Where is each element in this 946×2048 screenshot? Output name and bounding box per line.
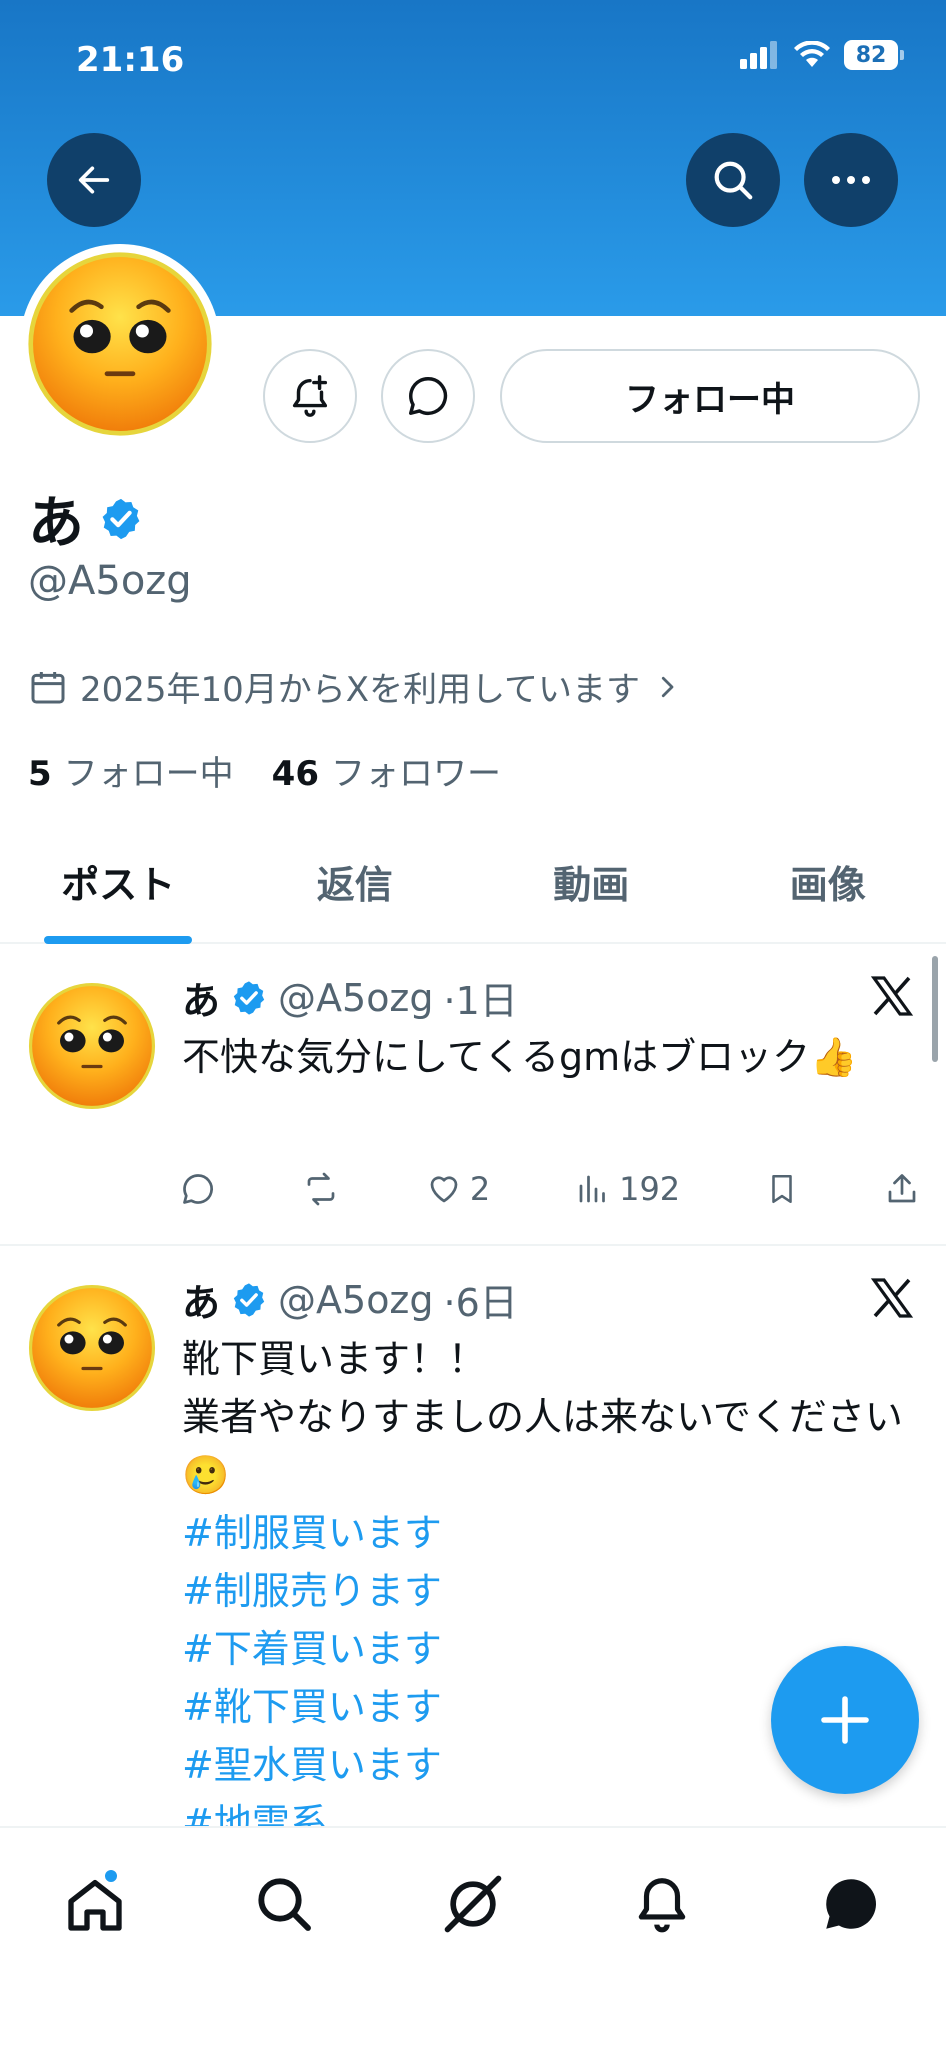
calendar-icon: [31, 671, 65, 703]
chat-bubble-icon: [409, 377, 448, 415]
home-icon: [67, 1880, 122, 1931]
status-time: 21:16: [76, 40, 185, 80]
post-avatar[interactable]: [28, 982, 156, 1110]
views-chart-icon: [579, 1175, 605, 1203]
pleading-face-avatar: [28, 252, 212, 436]
like-button[interactable]: 2: [426, 1170, 490, 1208]
post-text-line: 業者やなりすましの人は来ないでください🥲: [182, 1395, 903, 1497]
bell-icon: [638, 1878, 686, 1933]
verified-badge-icon: [233, 980, 265, 1015]
post-time[interactable]: ·1日: [444, 970, 518, 1025]
x-logo-icon: [870, 976, 914, 1016]
tab-posts[interactable]: ポスト: [0, 820, 237, 942]
hashtag-link[interactable]: #制服売ります: [182, 1562, 922, 1620]
post-actions: 2 192: [180, 1170, 920, 1208]
joined-date-row[interactable]: 2025年10月からXを利用しています: [28, 662, 682, 711]
tab-images[interactable]: 画像: [710, 820, 946, 942]
message-button[interactable]: [381, 349, 475, 443]
reply-button[interactable]: [180, 1171, 216, 1207]
bottom-navigation: [0, 1830, 946, 2048]
battery-level: 82: [855, 42, 887, 68]
nav-messages[interactable]: [801, 1854, 901, 1954]
verified-badge-icon: [233, 1282, 265, 1317]
post-text: 不快な気分にしてくるgmはブロック👍: [182, 1035, 858, 1079]
grok-icon: [444, 1875, 502, 1933]
x-logo-icon: [870, 1278, 914, 1318]
chevron-right-icon: [661, 676, 674, 697]
unread-dot: [102, 1868, 119, 1884]
followers-count-link[interactable]: 46 フォロワー: [272, 746, 501, 795]
post-item[interactable]: あ @A5ozg ·1日 不快な気分にしてくるgmはブロック👍 2 192: [0, 946, 946, 1246]
signal-icon: [740, 41, 777, 69]
post-avatar[interactable]: [28, 1284, 156, 1412]
followers-label: フォロワー: [331, 754, 501, 794]
compose-post-button[interactable]: [771, 1646, 919, 1794]
like-count: 2: [469, 1170, 491, 1208]
tab-replies[interactable]: 返信: [237, 820, 474, 942]
status-icons: 82: [740, 40, 904, 70]
heart-icon: [430, 1176, 458, 1203]
hashtag-link[interactable]: #制服買います: [182, 1504, 922, 1562]
view-count: 192: [619, 1170, 681, 1208]
nav-explore[interactable]: [234, 1854, 334, 1954]
bell-plus-icon: [292, 375, 328, 417]
following-count: 5: [28, 754, 52, 794]
post-author-handle[interactable]: @A5ozg: [278, 1278, 434, 1322]
back-button[interactable]: [47, 133, 141, 227]
profile-display-name: あ: [28, 491, 84, 556]
following-button[interactable]: フォロー中: [500, 349, 920, 443]
post-text-line: 靴下買います！！: [182, 1337, 487, 1381]
search-icon: [258, 1878, 311, 1931]
chat-bubble-icon: [826, 1879, 877, 1929]
joined-date-text: 2025年10月からXを利用しています: [80, 670, 641, 710]
post-header: あ @A5ozg ·1日: [182, 970, 518, 1025]
repost-button[interactable]: [301, 1171, 341, 1207]
arrow-left-icon: [78, 166, 110, 194]
hashtag-link[interactable]: #地雷系: [182, 1794, 922, 1826]
search-icon: [714, 161, 753, 200]
profile-handle: @A5ozg: [28, 558, 192, 604]
wifi-icon: [794, 41, 830, 67]
post-header: あ @A5ozg ·6日: [182, 1272, 518, 1327]
nav-notifications[interactable]: [612, 1854, 712, 1954]
reply-icon: [183, 1174, 213, 1204]
verified-badge-icon: [102, 498, 140, 539]
battery-icon: 82: [844, 40, 904, 70]
followers-count: 46: [271, 754, 319, 794]
nav-home[interactable]: [45, 1854, 145, 1954]
more-horizontal-icon: [832, 176, 870, 184]
share-button[interactable]: [884, 1171, 920, 1207]
profile-tabs: ポスト 返信 動画 画像: [0, 820, 946, 944]
nav-grok[interactable]: [423, 1854, 523, 1954]
tab-videos[interactable]: 動画: [473, 820, 710, 942]
profile-name-row: あ: [28, 478, 144, 559]
plus-icon: [821, 1696, 869, 1744]
share-icon: [888, 1174, 916, 1203]
post-author-name[interactable]: あ: [182, 1272, 220, 1327]
views-button[interactable]: 192: [575, 1170, 680, 1208]
post-author-handle[interactable]: @A5ozg: [278, 976, 434, 1020]
follow-counts: 5 フォロー中 46 フォロワー: [28, 746, 501, 795]
post-time[interactable]: ·6日: [444, 1272, 518, 1327]
notification-subscribe-button[interactable]: [263, 349, 357, 443]
bookmark-icon: [772, 1174, 792, 1204]
following-label: フォロー中: [63, 754, 234, 794]
repost-icon: [307, 1172, 335, 1206]
profile-avatar[interactable]: [20, 244, 220, 444]
post-author-name[interactable]: あ: [182, 970, 220, 1025]
search-button[interactable]: [686, 133, 780, 227]
more-button[interactable]: [804, 133, 898, 227]
following-count-link[interactable]: 5 フォロー中: [28, 746, 234, 795]
bookmark-button[interactable]: [765, 1171, 799, 1207]
